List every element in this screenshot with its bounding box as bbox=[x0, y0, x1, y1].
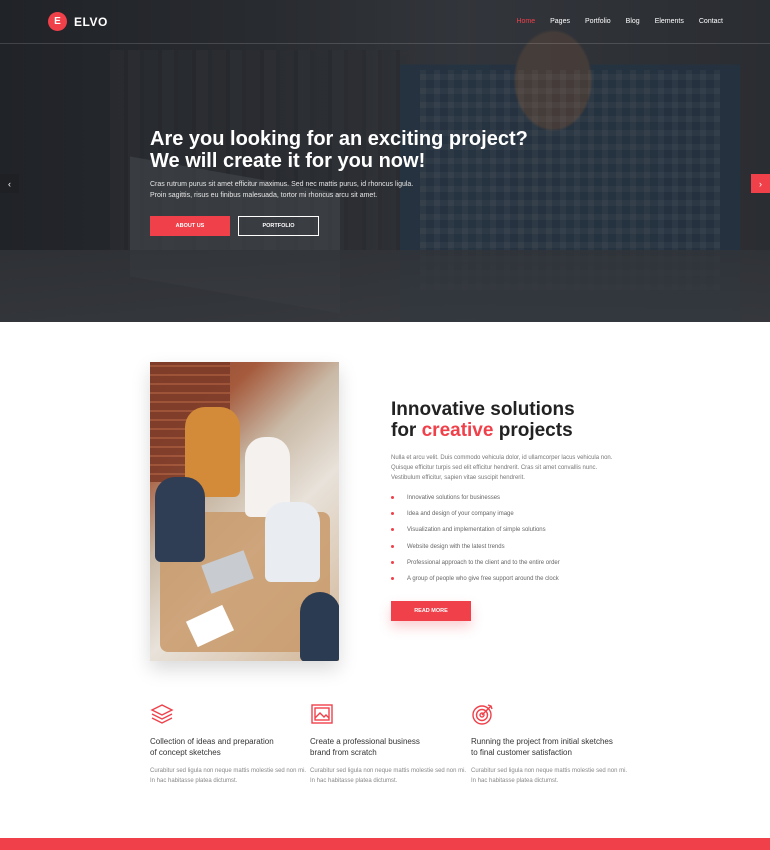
logo-mark: E bbox=[48, 12, 67, 31]
feature-title-line-1: Running the project from initial sketche… bbox=[471, 737, 613, 746]
bullet-dot-icon bbox=[391, 560, 394, 564]
about-title-line-1: Innovative solutions bbox=[391, 399, 575, 420]
feature-title: Running the project from initial sketche… bbox=[471, 736, 631, 758]
feature-text: Curabitur sed ligula non neque mattis mo… bbox=[471, 768, 628, 784]
menu-item-home[interactable]: Home bbox=[516, 18, 535, 25]
feature-title: Create a professional business brand fro… bbox=[310, 736, 470, 758]
list-item: A group of people who give free support … bbox=[391, 575, 560, 591]
feature-column-ideas: Collection of ideas and preparation of c… bbox=[150, 703, 310, 786]
list-item-text: Professional approach to the client and … bbox=[407, 559, 560, 566]
list-item-text: A group of people who give free support … bbox=[407, 575, 559, 582]
portfolio-button[interactable]: PORTFOLIO bbox=[238, 216, 319, 236]
feature-title: Collection of ideas and preparation of c… bbox=[150, 736, 310, 758]
photo-person bbox=[300, 592, 339, 661]
feature-title-line-2: brand from scratch bbox=[310, 748, 377, 757]
main-menu: Home Pages Portfolio Blog Elements Conta… bbox=[516, 18, 723, 25]
list-item-text: Idea and design of your company image bbox=[407, 511, 514, 518]
menu-item-elements[interactable]: Elements bbox=[655, 18, 684, 25]
feature-bullet-list: Innovative solutions for businesses Idea… bbox=[391, 494, 560, 591]
team-meeting-photo bbox=[150, 362, 339, 661]
slider-prev-arrow-icon[interactable]: ‹ bbox=[0, 174, 19, 193]
bullet-dot-icon bbox=[391, 576, 394, 580]
hero-title: Are you looking for an exciting project?… bbox=[150, 128, 550, 172]
menu-item-contact[interactable]: Contact bbox=[699, 18, 723, 25]
hero-subtitle: Cras rutrum purus sit amet efficitur max… bbox=[150, 179, 450, 201]
logo[interactable]: E ELVO bbox=[48, 12, 108, 31]
read-more-button[interactable]: READ MORE bbox=[391, 601, 471, 621]
menu-item-blog[interactable]: Blog bbox=[626, 18, 640, 25]
hero-subtitle-line-1: Cras rutrum purus sit amet efficitur max… bbox=[150, 181, 414, 188]
list-item-text: Website design with the latest trends bbox=[407, 543, 505, 550]
image-frame-icon bbox=[310, 703, 334, 725]
about-title: Innovative solutions for creative projec… bbox=[391, 399, 575, 441]
feature-text: Curabitur sed ligula non neque mattis mo… bbox=[150, 768, 307, 784]
list-item-text: Visualization and implementation of simp… bbox=[407, 527, 546, 534]
about-title-pre: for bbox=[391, 420, 422, 441]
list-item-text: Innovative solutions for businesses bbox=[407, 495, 501, 501]
about-us-button[interactable]: ABOUT US bbox=[150, 216, 230, 236]
logo-text: ELVO bbox=[74, 14, 108, 29]
hero-title-line-2: We will create it for you now! bbox=[150, 150, 426, 172]
list-item: Idea and design of your company image bbox=[391, 510, 560, 526]
about-title-post: projects bbox=[493, 420, 573, 441]
about-paragraph: Nulla et arcu velit. Duis commodo vehicu… bbox=[391, 455, 613, 481]
feature-title-line-1: Create a professional business bbox=[310, 737, 420, 746]
hero-title-line-1: Are you looking for an exciting project? bbox=[150, 128, 528, 150]
feature-title-line-1: Collection of ideas and preparation bbox=[150, 737, 274, 746]
bullet-dot-icon bbox=[391, 544, 394, 548]
feature-text: Curabitur sed ligula non neque mattis mo… bbox=[310, 768, 467, 784]
target-icon bbox=[471, 703, 495, 725]
top-navigation: E ELVO Home Pages Portfolio Blog Element… bbox=[0, 0, 770, 44]
about-title-highlight: creative bbox=[421, 420, 494, 441]
list-item: Professional approach to the client and … bbox=[391, 559, 560, 575]
layers-icon bbox=[150, 703, 174, 725]
list-item: Visualization and implementation of simp… bbox=[391, 526, 560, 542]
hero-slider: E ELVO Home Pages Portfolio Blog Element… bbox=[0, 0, 770, 322]
list-item: Innovative solutions for businesses bbox=[391, 494, 560, 510]
list-item: Website design with the latest trends bbox=[391, 543, 560, 559]
photo-person bbox=[155, 477, 205, 562]
slider-next-arrow-icon[interactable]: › bbox=[751, 174, 770, 193]
bullet-dot-icon bbox=[391, 528, 394, 532]
menu-item-pages[interactable]: Pages bbox=[550, 18, 570, 25]
feature-column-brand: Create a professional business brand fro… bbox=[310, 703, 470, 786]
hero-subtitle-line-2: Proin sagittis, risus eu finibus malesua… bbox=[150, 192, 378, 199]
bullet-dot-icon bbox=[391, 512, 394, 516]
footer-accent-strip bbox=[0, 838, 770, 850]
menu-item-portfolio[interactable]: Portfolio bbox=[585, 18, 611, 25]
bullet-dot-icon bbox=[391, 496, 394, 499]
photo-person bbox=[265, 502, 320, 582]
feature-title-line-2: to final customer satisfaction bbox=[471, 748, 572, 757]
feature-title-line-2: of concept sketches bbox=[150, 748, 221, 757]
feature-column-project: Running the project from initial sketche… bbox=[471, 703, 631, 786]
